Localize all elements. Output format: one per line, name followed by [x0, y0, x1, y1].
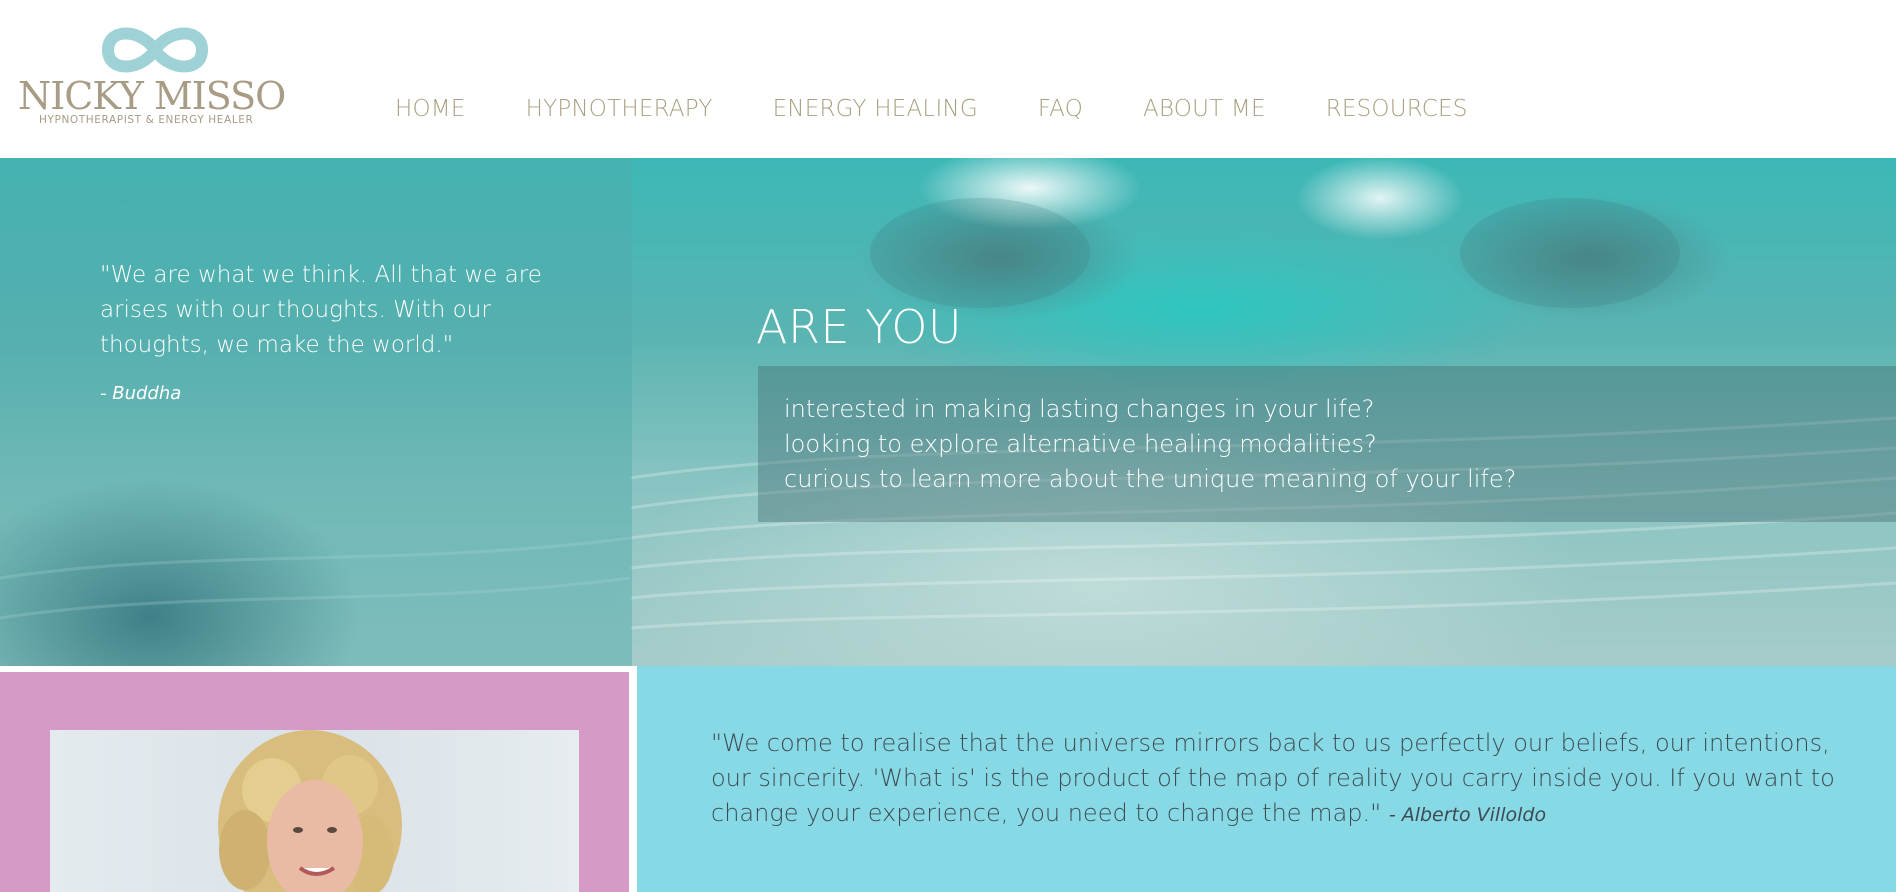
are-you-line: looking to explore alternative healing m…: [784, 430, 1377, 458]
logo-tagline: HYPNOTHERAPIST & ENERGY HEALER: [39, 114, 254, 126]
main-nav: HOME HYPNOTHERAPY ENERGY HEALING FAQ ABO…: [395, 92, 1468, 126]
are-you-heading: ARE YOU: [756, 300, 963, 354]
are-you-line: interested in making lasting changes in …: [784, 395, 1375, 423]
quote-banner: "We come to realise that the universe mi…: [637, 666, 1896, 892]
nav-item-hypnotherapy[interactable]: HYPNOTHERAPY: [526, 96, 713, 122]
are-you-line: curious to learn more about the unique m…: [784, 465, 1517, 493]
portrait-panel: [0, 672, 629, 892]
portrait-image: [218, 730, 402, 892]
logo-name: NICKY MISSO: [18, 74, 286, 118]
infinity-icon: [102, 27, 208, 73]
intro-section: "We come to realise that the universe mi…: [0, 666, 1896, 892]
are-you-list: interested in making lasting changes in …: [784, 392, 1516, 497]
quote-panel: [0, 158, 632, 666]
buddha-quote: "We are what we think. All that we are a…: [100, 258, 550, 404]
quote-author: - Buddha: [100, 383, 182, 404]
are-you-box: interested in making lasting changes in …: [758, 366, 1896, 522]
bottom-quote-text: "We come to realise that the universe mi…: [711, 729, 1835, 827]
nav-item-faq[interactable]: FAQ: [1038, 96, 1083, 122]
hero-section: "We are what we think. All that we are a…: [0, 158, 1896, 666]
villoldo-quote: "We come to realise that the universe mi…: [711, 726, 1841, 833]
site-header: NICKY MISSO HYPNOTHERAPIST & ENERGY HEAL…: [0, 0, 1896, 158]
nav-item-resources[interactable]: RESOURCES: [1326, 96, 1468, 122]
bottom-quote-author: - Alberto Villoldo: [1388, 804, 1547, 826]
nav-item-energy-healing[interactable]: ENERGY HEALING: [773, 96, 978, 122]
portrait-photo: [50, 730, 579, 892]
site-logo[interactable]: NICKY MISSO HYPNOTHERAPIST & ENERGY HEAL…: [18, 22, 286, 132]
nav-item-about-me[interactable]: ABOUT ME: [1143, 96, 1266, 122]
quote-text: "We are what we think. All that we are a…: [100, 262, 542, 358]
nav-item-home[interactable]: HOME: [395, 96, 466, 122]
